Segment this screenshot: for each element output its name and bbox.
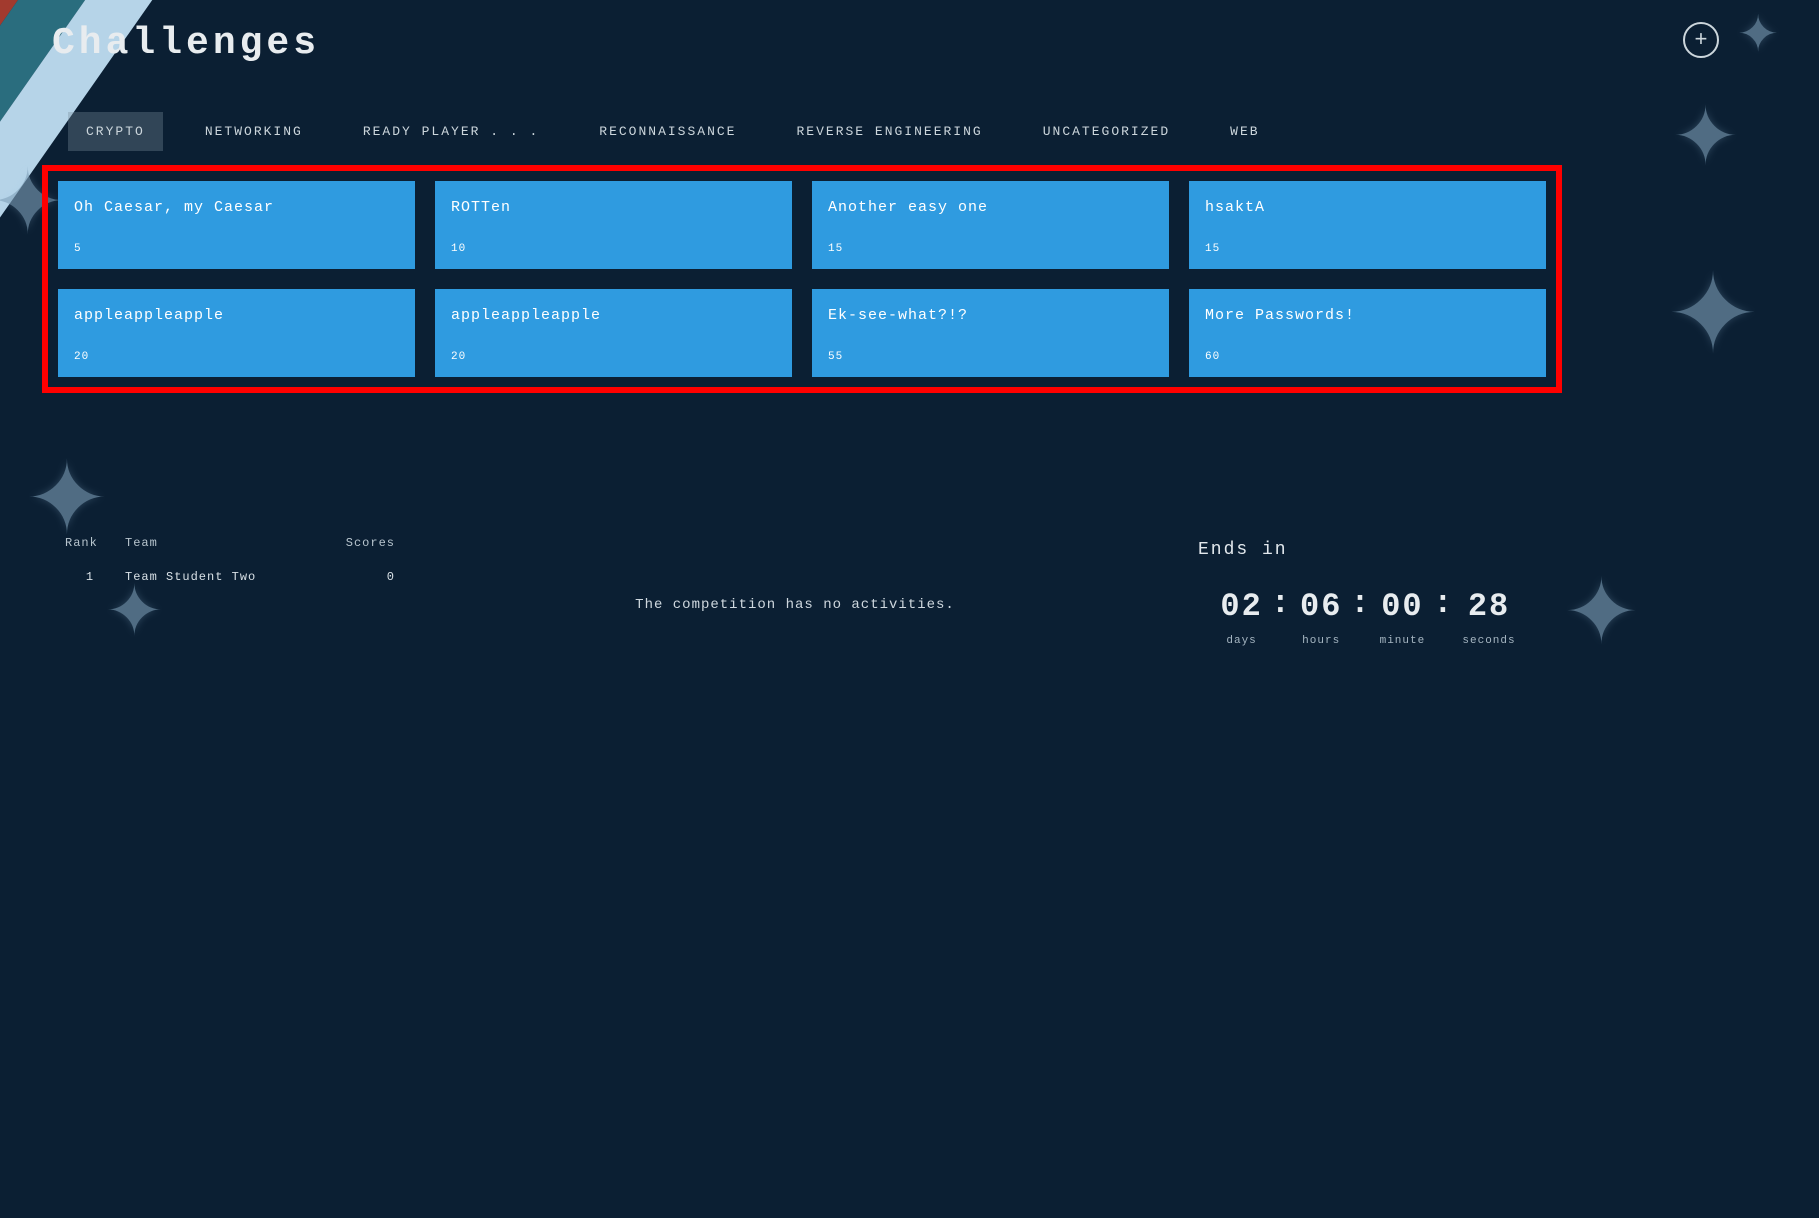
scoreboard-row[interactable]: 1 Team Student Two 0: [55, 556, 405, 598]
countdown-hours-value: 06: [1300, 588, 1342, 625]
countdown-days-label: days: [1226, 635, 1256, 647]
sparkle-icon: ✦: [1667, 250, 1759, 386]
challenge-card[interactable]: appleappleapple 20: [435, 289, 792, 377]
sparkle-icon: ✦: [1564, 560, 1639, 671]
tab-uncategorized[interactable]: UNCATEGORIZED: [1025, 112, 1188, 151]
countdown-seconds-value: 28: [1468, 588, 1510, 625]
scoreboard-header: Rank Team Scores: [55, 530, 405, 556]
row-rank: 1: [65, 570, 115, 584]
challenge-points: 15: [828, 243, 1153, 255]
challenge-points: 20: [74, 351, 399, 363]
tab-networking[interactable]: NETWORKING: [187, 112, 321, 151]
challenge-card[interactable]: appleappleapple 20: [58, 289, 415, 377]
challenge-card[interactable]: Oh Caesar, my Caesar 5: [58, 181, 415, 269]
challenge-card[interactable]: More Passwords! 60: [1189, 289, 1546, 377]
row-team: Team Student Two: [115, 570, 325, 584]
challenge-points: 5: [74, 243, 399, 255]
page-title: Challenges: [52, 22, 320, 65]
header-rank: Rank: [65, 536, 115, 550]
challenge-card[interactable]: Ek-see-what?!? 55: [812, 289, 1169, 377]
countdown-sep: :: [1271, 588, 1292, 647]
countdown-title: Ends in: [1198, 540, 1538, 560]
challenge-points: 55: [828, 351, 1153, 363]
category-tabs: CRYPTO NETWORKING READY PLAYER . . . REC…: [68, 112, 1278, 151]
add-button[interactable]: +: [1683, 22, 1719, 58]
tab-crypto[interactable]: CRYPTO: [68, 112, 163, 151]
countdown-seconds: 28 seconds: [1462, 588, 1515, 647]
challenge-card[interactable]: hsaktA 15: [1189, 181, 1546, 269]
countdown-hours: 06 hours: [1300, 588, 1342, 647]
countdown-sep: :: [1433, 588, 1454, 647]
challenge-grid: Oh Caesar, my Caesar 5 ROTTen 10 Another…: [58, 181, 1546, 377]
challenge-title: Oh Caesar, my Caesar: [74, 199, 399, 216]
countdown-hours-label: hours: [1302, 635, 1340, 647]
challenge-title: ROTTen: [451, 199, 776, 216]
countdown-panel: Ends in 02 days : 06 hours : 00 minute :…: [1198, 540, 1538, 647]
tab-reconnaissance[interactable]: RECONNAISSANCE: [581, 112, 754, 151]
scoreboard-panel: Rank Team Scores 1 Team Student Two 0: [55, 530, 405, 598]
activities-panel: The competition has no activities.: [435, 530, 1155, 680]
tab-ready-player[interactable]: READY PLAYER . . .: [345, 112, 557, 151]
countdown-values: 02 days : 06 hours : 00 minute : 28 seco…: [1198, 588, 1538, 647]
tab-web[interactable]: WEB: [1212, 112, 1277, 151]
challenge-card[interactable]: ROTTen 10: [435, 181, 792, 269]
countdown-minutes-value: 00: [1381, 588, 1423, 625]
challenge-title: appleappleapple: [451, 307, 776, 324]
challenge-points: 20: [451, 351, 776, 363]
challenge-title: Ek-see-what?!?: [828, 307, 1153, 324]
sparkle-icon: ✦: [1737, 5, 1779, 67]
sparkle-icon: ✦: [1672, 90, 1739, 189]
countdown-days-value: 02: [1220, 588, 1262, 625]
challenge-title: hsaktA: [1205, 199, 1530, 216]
challenge-title: Another easy one: [828, 199, 1153, 216]
countdown-days: 02 days: [1220, 588, 1262, 647]
activities-empty-message: The competition has no activities.: [635, 597, 955, 613]
header-team: Team: [115, 536, 325, 550]
countdown-seconds-label: seconds: [1462, 635, 1515, 647]
row-score: 0: [325, 570, 395, 584]
header-scores: Scores: [325, 536, 395, 550]
challenge-points: 60: [1205, 351, 1530, 363]
countdown-minutes-label: minute: [1380, 635, 1426, 647]
tab-reverse-engineering[interactable]: REVERSE ENGINEERING: [778, 112, 1000, 151]
plus-icon: +: [1694, 28, 1707, 53]
challenge-highlight-box: Oh Caesar, my Caesar 5 ROTTen 10 Another…: [42, 165, 1562, 393]
countdown-sep: :: [1350, 588, 1371, 647]
challenge-points: 10: [451, 243, 776, 255]
challenge-points: 15: [1205, 243, 1530, 255]
countdown-minutes: 00 minute: [1380, 588, 1426, 647]
challenge-card[interactable]: Another easy one 15: [812, 181, 1169, 269]
challenge-title: More Passwords!: [1205, 307, 1530, 324]
challenge-title: appleappleapple: [74, 307, 399, 324]
